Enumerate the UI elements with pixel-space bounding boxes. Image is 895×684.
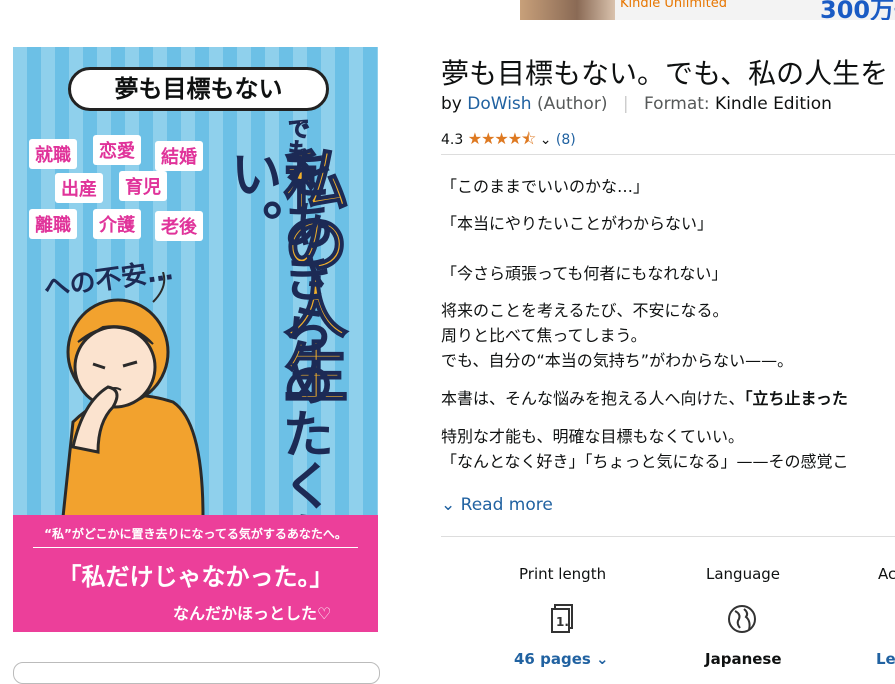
format-value: Kindle Edition xyxy=(715,94,832,114)
svg-text:1.: 1. xyxy=(556,615,569,629)
divider xyxy=(441,154,895,155)
cover-tag: 恋愛 xyxy=(93,135,141,165)
author-link[interactable]: DoWish xyxy=(467,94,531,114)
description-line: でも、自分の“本当の気持ち”がわからない——。 xyxy=(441,351,794,370)
cover-pink-end: なんだかほっとした♡ xyxy=(173,604,332,623)
ad-banner-image xyxy=(520,0,615,20)
ad-banner[interactable]: Kindle Unlimited 300万冊 xyxy=(520,0,895,20)
read-more-link[interactable]: ⌄ Read more xyxy=(441,495,553,515)
byline: by DoWish (Author) | Format: Kindle Edit… xyxy=(441,94,832,114)
description-line: 「今さら頑張っても何者にもなれない」 xyxy=(441,264,728,283)
ad-banner-headline: 300万冊 xyxy=(820,0,895,20)
ad-banner-text: Kindle Unlimited xyxy=(620,0,727,11)
read-more-label: Read more xyxy=(460,495,553,515)
description-line: 特別な才能も、明確な目標もなくていい。 xyxy=(441,427,745,446)
chevron-down-icon: ⌄ xyxy=(596,650,609,668)
cover-pink-subtitle: “私”がどこかに置き去りになってる気がするあなたへ。 xyxy=(44,527,347,541)
description-fade xyxy=(441,478,895,496)
cover-tag: 結婚 xyxy=(155,141,203,171)
description-line: 「本当にやりたいことがわからない」 xyxy=(441,214,714,233)
cover-person-illustration xyxy=(61,272,205,517)
print-length-value[interactable]: 46 pages ⌄ xyxy=(514,650,609,668)
chevron-down-icon[interactable]: ⌄ xyxy=(540,132,552,148)
book-pages-icon: 1. xyxy=(551,604,573,633)
description-line: 将来のことを考えるたび、不安になる。 xyxy=(441,301,729,320)
third-detail-value[interactable]: Le xyxy=(876,650,895,668)
divider xyxy=(441,536,895,537)
rating-row: 4.3 ★★★★⯪ ⌄ (8) xyxy=(441,128,576,155)
byline-separator: | xyxy=(622,94,629,114)
description-line: 本書は、そんな悩みを抱える人へ向けた、「立ち止まった xyxy=(441,385,848,409)
rating-value: 4.3 xyxy=(441,132,464,148)
language-label: Language xyxy=(706,565,781,583)
language-value: Japanese xyxy=(705,650,782,668)
description-line: 「なんとなく好き」「ちょっと気になる」——その感覚こ xyxy=(441,452,849,471)
description-line: 周りと比べて焦ってしまう。 xyxy=(441,326,647,345)
cover-tag: 出産 xyxy=(55,173,103,203)
print-length-text: 46 pages xyxy=(514,650,591,668)
description-bold-text: 「立ち止まった xyxy=(744,389,848,408)
globe-icon xyxy=(728,605,756,633)
cover-tag: 育児 xyxy=(119,171,167,201)
cover-tag: 離職 xyxy=(29,209,77,239)
author-role: (Author) xyxy=(536,94,608,114)
cover-tag: 老後 xyxy=(155,211,203,241)
by-label: by xyxy=(441,94,462,114)
cover-top-pill: 夢も目標もない xyxy=(68,67,329,111)
cover-pink-main: 「私だけじゃなかった。」 xyxy=(57,563,334,591)
format-label: Format: xyxy=(644,94,710,114)
cover-tag: 介護 xyxy=(93,209,141,239)
rating-count-link[interactable]: (8) xyxy=(556,132,576,148)
product-title: 夢も目標もない。でも、私の人生を xyxy=(441,57,889,90)
cover-tag: 就職 xyxy=(29,139,77,169)
description-text: 本書は、そんな悩みを抱える人へ向けた、 xyxy=(441,389,745,408)
star-rating-icon[interactable]: ★★★★⯪ xyxy=(468,129,537,148)
chevron-down-icon: ⌄ xyxy=(441,495,456,515)
see-all-formats-button[interactable] xyxy=(13,662,380,684)
print-length-label: Print length xyxy=(519,565,607,583)
cover-pink-divider xyxy=(33,547,358,548)
description-line: 「このままでいいのかな…」 xyxy=(441,177,650,196)
book-cover-image[interactable]: 夢も目標もない 就職 恋愛 結婚 出産 育児 離職 介護 老後 への不安… でも… xyxy=(13,47,378,632)
third-detail-label: Ac xyxy=(878,565,895,583)
